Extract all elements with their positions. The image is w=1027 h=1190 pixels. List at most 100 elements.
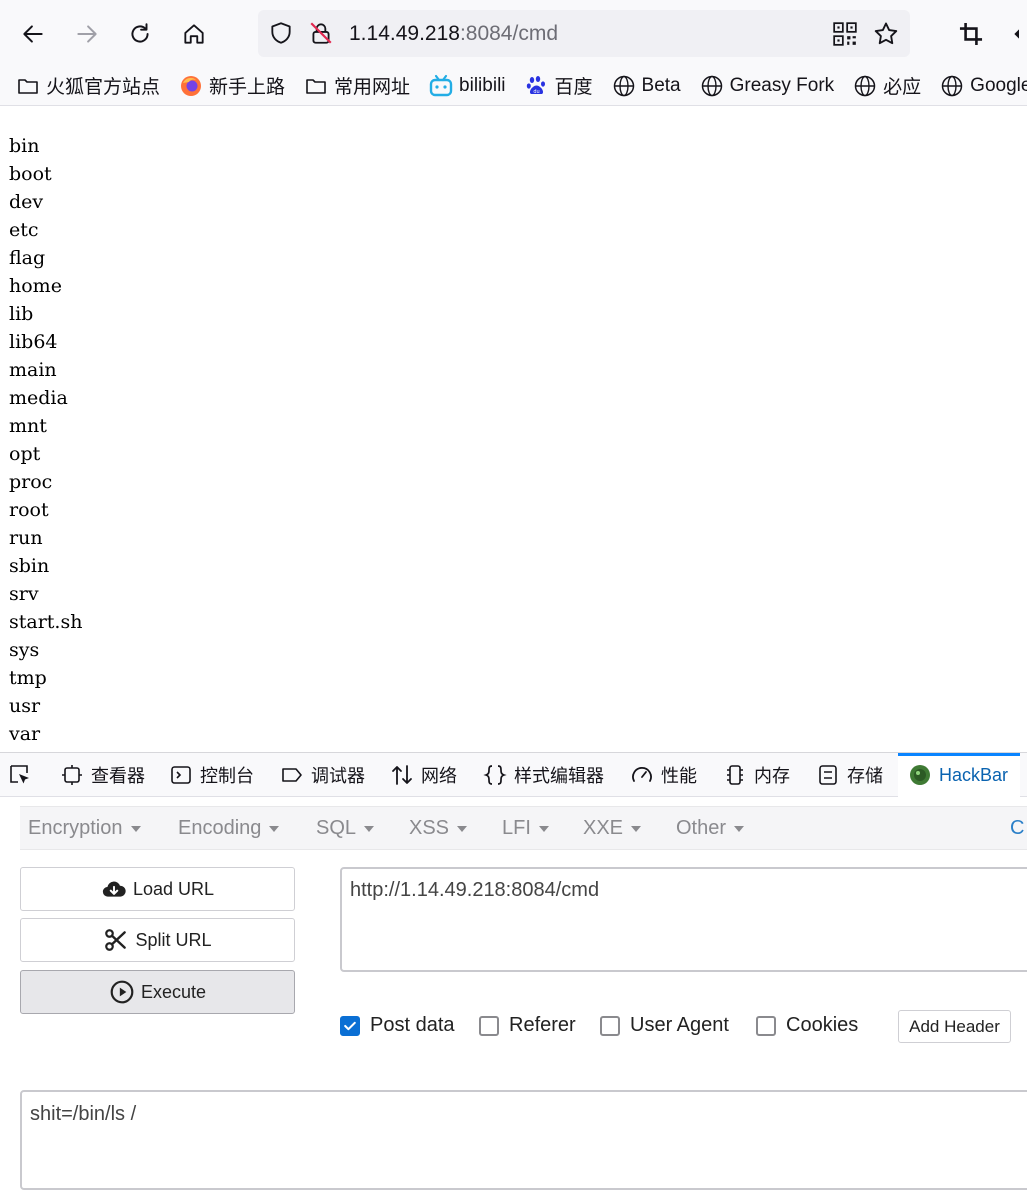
post-data-textarea[interactable]: shit=/bin/ls / <box>20 1090 1027 1190</box>
crop-icon <box>959 22 983 46</box>
svg-text:du: du <box>533 89 539 95</box>
tab-hackbar[interactable]: HackBar <box>898 753 1021 797</box>
checkbox-label: Post data <box>370 1014 455 1036</box>
listing-entry: proc <box>9 471 53 493</box>
checkbox-empty-icon <box>756 1015 776 1036</box>
menu-encryption[interactable]: Encryption <box>28 817 141 840</box>
tab-label: 调试器 <box>311 766 365 786</box>
memory-chip-icon <box>727 765 743 785</box>
tab-performance[interactable]: 性能 <box>630 753 697 797</box>
bookmark-item[interactable]: du 百度 <box>525 72 593 99</box>
load-url-button[interactable]: Load URL <box>20 867 295 911</box>
tab-debugger[interactable]: 调试器 <box>280 753 365 797</box>
tab-network[interactable]: 网络 <box>390 753 457 797</box>
bookmark-item[interactable]: Greasy Fork <box>700 74 835 98</box>
reload-button[interactable] <box>120 14 160 54</box>
listing-entry: main <box>9 359 57 381</box>
debugger-icon <box>282 768 302 782</box>
storage-icon <box>819 765 837 785</box>
tab-style-editor[interactable]: 样式编辑器 <box>483 753 604 797</box>
bilibili-icon <box>429 74 453 96</box>
cookies-checkbox[interactable]: Cookies <box>756 1014 858 1037</box>
menu-sql[interactable]: SQL <box>316 817 375 840</box>
tab-memory[interactable]: 内存 <box>723 753 790 797</box>
back-button[interactable] <box>13 14 53 54</box>
caret-down-icon <box>457 825 468 832</box>
listing-entry: media <box>9 387 68 409</box>
hackbar-logo-icon <box>910 765 930 785</box>
tab-label: 内存 <box>754 766 790 786</box>
tab-console[interactable]: 控制台 <box>169 753 254 797</box>
page-content: bin boot dev etc flag home lib lib64 mai… <box>0 106 1027 752</box>
tab-inspector[interactable]: 查看器 <box>60 753 145 797</box>
globe-icon <box>701 75 722 96</box>
forward-button[interactable] <box>67 14 107 54</box>
screenshot-button[interactable] <box>951 14 991 54</box>
menu-xss[interactable]: XSS <box>409 817 468 840</box>
user-agent-checkbox[interactable]: User Agent <box>600 1014 729 1037</box>
bookmark-item[interactable]: Beta <box>612 74 681 98</box>
bookmark-label: 百度 <box>554 77 593 98</box>
tab-label: 控制台 <box>200 766 254 786</box>
insecure-lock-icon[interactable] <box>308 20 334 46</box>
listing-entry: bin <box>9 135 40 157</box>
bookmark-label: Greasy Fork <box>729 74 835 96</box>
tracking-shield-icon[interactable] <box>268 20 294 46</box>
menu-label: Encoding <box>178 817 262 839</box>
menu-more[interactable]: C <box>1010 817 1024 840</box>
menu-xxe[interactable]: XXE <box>583 817 642 840</box>
split-url-label: Split URL <box>135 929 212 950</box>
globe-icon <box>941 75 963 96</box>
reload-icon <box>131 23 149 43</box>
qr-code-icon[interactable] <box>832 21 858 47</box>
bookmark-item[interactable]: bilibili <box>429 74 506 98</box>
inspector-icon <box>62 765 82 785</box>
menu-other[interactable]: Other <box>676 817 745 840</box>
execute-button[interactable]: Execute <box>20 970 295 1014</box>
menu-label: Other <box>676 817 727 839</box>
caret-down-icon <box>631 825 642 832</box>
scissors-icon <box>105 929 127 951</box>
bookmark-item[interactable]: 火狐官方站点 <box>16 72 160 99</box>
element-picker-button[interactable] <box>8 753 39 797</box>
bookmark-label: 必应 <box>883 77 922 98</box>
caret-down-icon <box>269 825 280 832</box>
bookmark-label: 火狐官方站点 <box>46 77 161 98</box>
post-data-checkbox[interactable]: Post data <box>340 1014 455 1037</box>
add-header-button[interactable]: Add Header <box>898 1010 1011 1043</box>
firefox-icon <box>181 75 202 96</box>
bookmark-item[interactable]: Google <box>940 74 1027 98</box>
listing-entry: tmp <box>9 667 47 689</box>
caret-down-icon <box>538 825 549 832</box>
globe-icon <box>613 75 634 96</box>
listing-entry: boot <box>9 163 52 185</box>
url-text[interactable]: 1.14.49.218:8084/cmd <box>349 21 558 47</box>
url-path: :8084/cmd <box>459 22 558 45</box>
bookmark-label: 新手上路 <box>209 77 286 98</box>
home-button[interactable] <box>174 14 214 54</box>
bookmark-label: Google <box>970 74 1027 96</box>
referer-checkbox[interactable]: Referer <box>479 1014 576 1037</box>
checkbox-empty-icon <box>600 1015 620 1036</box>
cloud-download-icon <box>102 881 126 897</box>
listing-entry: usr <box>9 695 41 717</box>
execute-label: Execute <box>140 981 207 1002</box>
menu-label: Encryption <box>28 817 123 839</box>
url-textarea[interactable]: http://1.14.49.218:8084/cmd <box>340 867 1027 972</box>
menu-encoding[interactable]: Encoding <box>178 817 280 840</box>
listing-entry: flag <box>9 247 46 269</box>
address-bar[interactable]: 1.14.49.218:8084/cmd <box>258 10 910 57</box>
menu-lfi[interactable]: LFI <box>502 817 549 840</box>
bookmark-item[interactable]: 常用网址 <box>304 72 410 99</box>
bookmark-label: Beta <box>641 74 681 96</box>
partial-arrow-icon <box>1014 29 1019 39</box>
split-url-button[interactable]: Split URL <box>20 918 295 962</box>
listing-entry: mnt <box>9 415 47 437</box>
bookmark-item[interactable]: 新手上路 <box>179 72 285 99</box>
bookmark-star-icon[interactable] <box>872 20 900 48</box>
tab-storage[interactable]: 存储 <box>816 753 883 797</box>
bookmark-item[interactable]: 必应 <box>853 72 921 99</box>
listing-entry: run <box>9 527 43 549</box>
overflow-button[interactable] <box>1005 14 1027 54</box>
tab-label: HackBar <box>939 764 1009 785</box>
